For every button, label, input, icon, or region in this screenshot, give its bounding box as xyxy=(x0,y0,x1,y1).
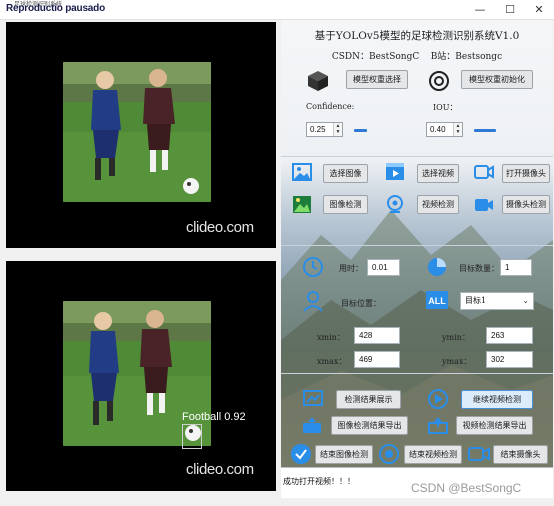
xmax-field: 469 xyxy=(354,351,400,368)
detection-box xyxy=(182,424,202,449)
confidence-slider[interactable] xyxy=(354,129,367,132)
export-image-icon xyxy=(303,417,321,433)
detection-label: Football 0.92 xyxy=(182,411,246,423)
maximize-button[interactable]: ☐ xyxy=(495,0,525,20)
camera-off-icon xyxy=(468,447,490,461)
stop-circle-icon xyxy=(379,444,399,464)
time-label: 用时： xyxy=(339,264,363,273)
minimize-button[interactable]: — xyxy=(465,0,495,20)
control-panel: 基于YOLOv5模型的足球检测识别系统V1.0 CSDN：BestSongC B… xyxy=(281,20,553,498)
xmin-label: xmin： xyxy=(317,333,345,342)
show-results-button[interactable]: 检测结果展示 xyxy=(336,390,401,409)
ymax-label: ymax： xyxy=(442,357,472,366)
cube-icon xyxy=(308,71,328,91)
target-count-field: 1 xyxy=(500,259,532,276)
results-section: 用时： 0.01 目标数量： 1 目标位置： ALL 目标1 ⌄ xmin： 4… xyxy=(281,246,553,374)
iou-spinbox[interactable]: 0.40 ▲ ▼ xyxy=(426,122,463,137)
image-icon xyxy=(292,163,312,181)
ymin-label: ymin： xyxy=(442,333,470,342)
time-field: 0.01 xyxy=(367,259,400,276)
export-image-results-button[interactable]: 图像检测结果导出 xyxy=(331,416,408,435)
confidence-value: 0.25 xyxy=(310,125,326,134)
target-select-value: 目标1 xyxy=(465,296,487,305)
image-detect-button[interactable]: 图像检测 xyxy=(323,195,368,214)
detection-video-view: Football 0.92 clideo.com xyxy=(6,261,276,491)
video-frame-original xyxy=(63,62,211,202)
webcam-icon xyxy=(387,195,403,213)
continue-video-button[interactable]: 继续视频检测 xyxy=(461,390,533,409)
chevron-down-icon[interactable]: ⌄ xyxy=(522,293,529,309)
spin-arrows-icon[interactable]: ▲ ▼ xyxy=(453,123,462,136)
iou-value: 0.40 xyxy=(430,125,446,134)
open-camera-button[interactable]: 打开摄像头 xyxy=(502,164,550,183)
svg-text:ALL: ALL xyxy=(428,296,446,306)
status-message: 成功打开视频！！！ xyxy=(283,477,355,486)
image-detect-icon xyxy=(293,196,311,213)
check-circle-icon xyxy=(291,444,311,464)
end-image-detect-button[interactable]: 结束图像检测 xyxy=(315,445,373,464)
page-watermark: CSDN @BestSongC xyxy=(411,481,522,495)
video-watermark: clideo.com xyxy=(186,461,254,478)
title-bar: 足球检测识别系统 Reproductio pausado — ☐ ✕ xyxy=(0,0,554,20)
select-video-button[interactable]: 选择视频 xyxy=(417,164,459,183)
play-icon xyxy=(428,389,448,409)
iou-slider[interactable] xyxy=(474,129,496,132)
bilibili-label: B站：Bestsongc xyxy=(430,52,503,62)
settings-icon xyxy=(429,71,449,91)
video-detect-button[interactable]: 视频检测 xyxy=(417,195,459,214)
xmin-field: 428 xyxy=(354,327,400,344)
target-position-label: 目标位置： xyxy=(341,299,381,308)
pie-chart-icon xyxy=(428,258,446,276)
select-image-button[interactable]: 选择图像 xyxy=(323,164,368,183)
export-video-results-button[interactable]: 视频检测结果导出 xyxy=(456,416,533,435)
author-line: CSDN：BestSongC B站：Bestsongc xyxy=(281,49,553,62)
end-video-detect-button[interactable]: 结束视频检测 xyxy=(404,445,462,464)
video-watermark: clideo.com xyxy=(186,219,254,236)
xmax-label: xmax： xyxy=(317,357,347,366)
end-camera-button[interactable]: 结束摄像头 xyxy=(493,445,548,464)
export-video-icon xyxy=(428,417,448,434)
input-section: 选择图像 选择视频 打开摄像头 图像检测 视频检测 摄像头检测 xyxy=(281,157,553,246)
target-count-label: 目标数量： xyxy=(459,264,499,273)
init-weights-button[interactable]: 模型权重初始化 xyxy=(461,70,533,89)
original-video-view: clideo.com xyxy=(6,22,276,248)
model-section: 基于YOLOv5模型的足球检测识别系统V1.0 CSDN：BestSongC B… xyxy=(281,20,553,157)
confidence-label: Confidence: xyxy=(306,102,355,111)
user-icon xyxy=(303,291,323,312)
video-camera-icon xyxy=(475,199,493,211)
ymax-field: 302 xyxy=(486,351,533,368)
camera-detect-button[interactable]: 摄像头检测 xyxy=(502,195,550,214)
clock-icon xyxy=(303,257,323,277)
ymin-field: 263 xyxy=(486,327,533,344)
select-weights-button[interactable]: 模型权重选择 xyxy=(346,70,408,89)
video-file-icon xyxy=(386,163,404,180)
window-title: Reproductio pausado xyxy=(6,3,105,14)
close-button[interactable]: ✕ xyxy=(524,0,554,20)
target-select[interactable]: 目标1 ⌄ xyxy=(460,292,534,310)
app-heading: 基于YOLOv5模型的足球检测识别系统V1.0 xyxy=(314,30,520,42)
list-icon: ALL xyxy=(426,291,448,309)
spin-arrows-icon[interactable]: ▲ ▼ xyxy=(333,123,342,136)
display-icon xyxy=(303,390,323,406)
confidence-spinbox[interactable]: 0.25 ▲ ▼ xyxy=(306,122,343,137)
iou-label: IOU： xyxy=(433,103,458,112)
camera-icon xyxy=(474,165,494,179)
csdn-label: CSDN：BestSongC xyxy=(331,52,420,62)
